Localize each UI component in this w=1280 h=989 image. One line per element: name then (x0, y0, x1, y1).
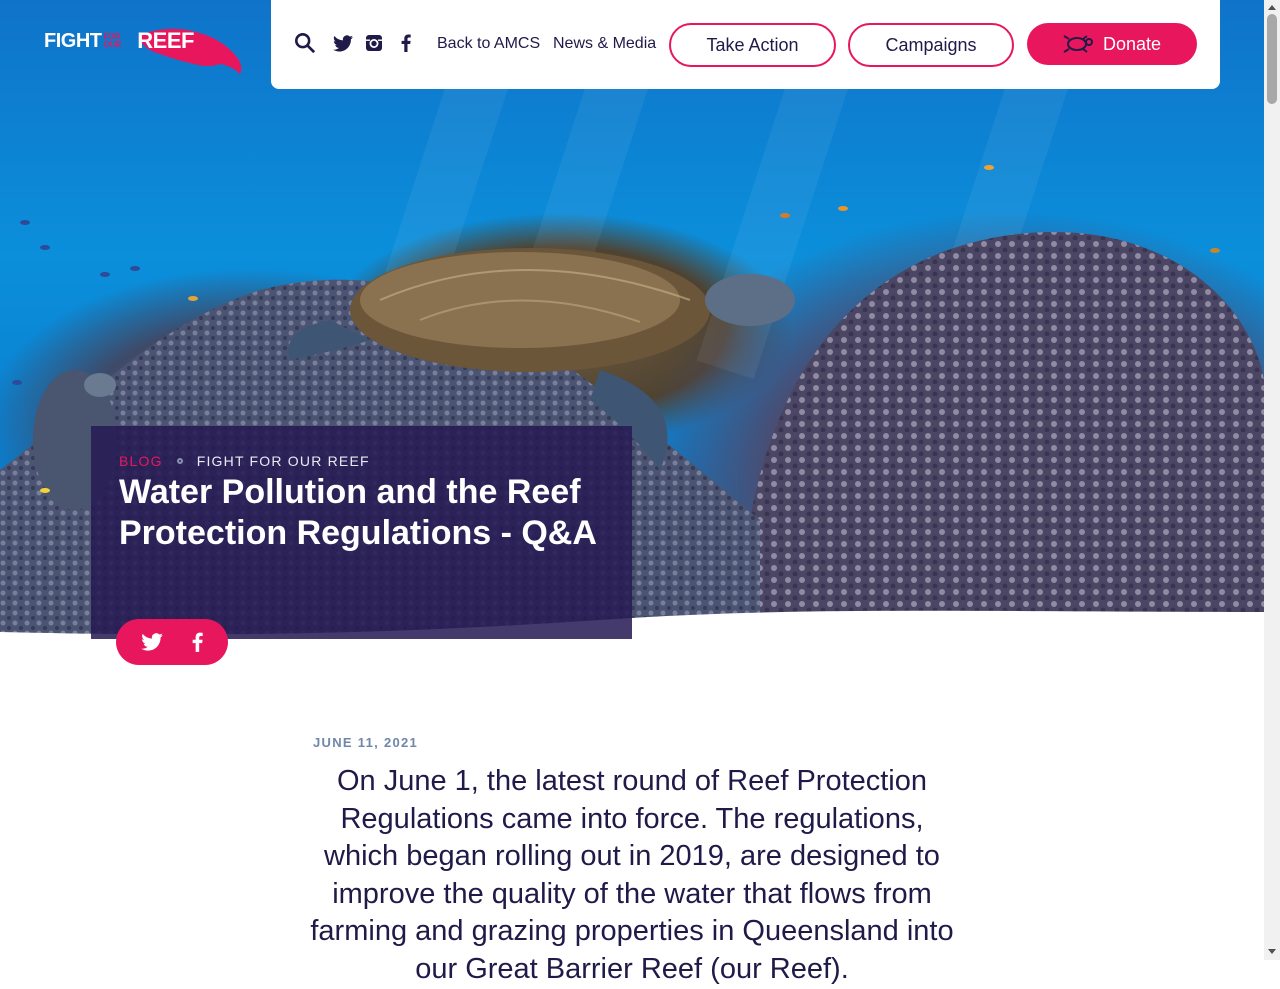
logo-our: OUR (103, 40, 122, 49)
scrollbar-thumb[interactable] (1267, 14, 1277, 104)
donate-button[interactable]: Donate (1027, 23, 1197, 65)
article-title-card: BLOG FIGHT FOR OUR REEF Water Pollution … (91, 426, 632, 639)
news-media-link[interactable]: News & Media (553, 35, 656, 53)
search-icon[interactable] (294, 32, 316, 54)
facebook-icon[interactable] (395, 32, 417, 54)
breadcrumb-separator-icon (176, 458, 183, 464)
twitter-icon[interactable] (332, 32, 354, 54)
page-title: Water Pollution and the Reef Protection … (119, 473, 597, 552)
campaigns-label: Campaigns (885, 34, 977, 55)
site-logo[interactable]: FIGHT FOR OUR REEF (44, 28, 242, 74)
scroll-down-arrow-icon[interactable] (1264, 944, 1280, 958)
logo-reef: REEF (137, 28, 194, 53)
page-scrollbar[interactable] (1264, 0, 1280, 960)
breadcrumb-category[interactable]: FIGHT FOR OUR REEF (197, 453, 370, 469)
campaigns-button[interactable]: Campaigns (848, 23, 1014, 67)
site-header: Back to AMCS News & Media Take Action Ca… (271, 0, 1220, 89)
scroll-up-arrow-icon[interactable] (1264, 0, 1280, 14)
logo-for-our: FOR OUR (104, 33, 122, 49)
turtle-icon (1063, 35, 1093, 53)
share-buttons (116, 619, 228, 665)
instagram-icon[interactable] (363, 32, 385, 54)
share-facebook-icon[interactable] (192, 632, 203, 652)
take-action-label: Take Action (706, 34, 799, 55)
breadcrumb-blog[interactable]: BLOG (119, 453, 163, 469)
breadcrumb: BLOG FIGHT FOR OUR REEF (119, 453, 370, 469)
take-action-button[interactable]: Take Action (669, 23, 836, 67)
article-lead-paragraph: On June 1, the latest round of Reef Prot… (310, 765, 954, 985)
donate-label: Donate (1102, 33, 1162, 54)
article-date: JUNE 11, 2021 (313, 735, 419, 750)
logo-fight: FIGHT (44, 29, 102, 52)
share-twitter-icon[interactable] (140, 633, 163, 651)
back-to-amcs-link[interactable]: Back to AMCS (437, 35, 540, 53)
